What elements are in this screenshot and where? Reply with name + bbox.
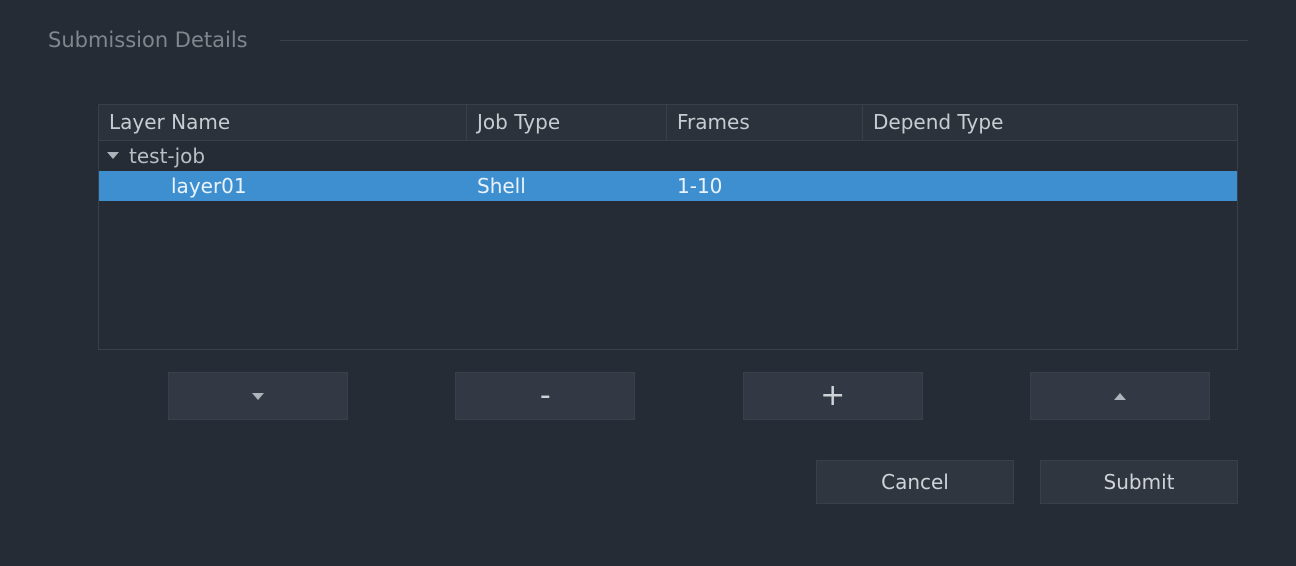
plus-icon: + bbox=[820, 381, 845, 411]
cancel-button[interactable]: Cancel bbox=[816, 460, 1014, 504]
layers-tree[interactable]: Layer Name Job Type Frames Depend Type t… bbox=[98, 104, 1238, 350]
move-up-button[interactable] bbox=[1030, 372, 1210, 420]
layer-depend-cell bbox=[863, 171, 1237, 201]
submit-button[interactable]: Submit bbox=[1040, 460, 1238, 504]
layer-name: layer01 bbox=[171, 171, 247, 201]
job-depend-cell bbox=[863, 141, 1237, 171]
tree-header: Layer Name Job Type Frames Depend Type bbox=[99, 105, 1237, 141]
group-title: Submission Details bbox=[48, 28, 266, 52]
toolbar: - + bbox=[98, 372, 1238, 420]
add-button[interactable]: + bbox=[743, 372, 923, 420]
group-divider bbox=[280, 40, 1248, 41]
tree-row-job[interactable]: test-job bbox=[99, 141, 1237, 171]
layer-type-cell: Shell bbox=[467, 171, 667, 201]
job-name: test-job bbox=[129, 141, 205, 171]
chevron-down-icon bbox=[252, 393, 264, 400]
layer-frames-cell: 1-10 bbox=[667, 171, 863, 201]
col-header-depend-type[interactable]: Depend Type bbox=[863, 105, 1237, 140]
expand-collapse-icon[interactable] bbox=[107, 152, 119, 159]
tree-row-layer[interactable]: layer01 Shell 1-10 bbox=[99, 171, 1237, 201]
action-buttons: Cancel Submit bbox=[816, 460, 1238, 504]
job-frames-cell bbox=[667, 141, 863, 171]
col-header-job-type[interactable]: Job Type bbox=[467, 105, 667, 140]
chevron-up-icon bbox=[1114, 393, 1126, 400]
job-type-cell bbox=[467, 141, 667, 171]
move-down-button[interactable] bbox=[168, 372, 348, 420]
minus-icon: - bbox=[540, 381, 551, 411]
tree-body: test-job layer01 Shell 1-10 bbox=[99, 141, 1237, 201]
remove-button[interactable]: - bbox=[455, 372, 635, 420]
col-header-frames[interactable]: Frames bbox=[667, 105, 863, 140]
col-header-layer-name[interactable]: Layer Name bbox=[99, 105, 467, 140]
